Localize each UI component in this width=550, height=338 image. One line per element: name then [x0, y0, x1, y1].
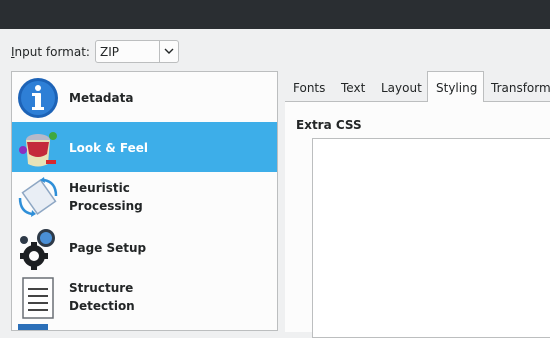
tab-layout[interactable]: Layout [381, 76, 422, 101]
sidebar-item-structure-detection[interactable]: Structure Detection [12, 272, 277, 322]
select-separator [159, 41, 160, 62]
extra-css-label: Extra CSS [296, 118, 362, 132]
sidebar-item-page-setup[interactable]: Page Setup [12, 222, 277, 272]
sidebar-item-look-and-feel[interactable]: Look & Feel [12, 122, 277, 172]
paint-bucket-icon [19, 132, 57, 167]
tab-styling[interactable]: Styling [427, 71, 484, 102]
sidebar-item-heuristic-processing[interactable]: Heuristic Processing [12, 172, 277, 222]
document-icon [22, 277, 54, 319]
styling-tab-panel: Extra CSS [285, 101, 550, 338]
sidebar-item-label: Structure Detection [69, 281, 135, 313]
settings-panel: Fonts Text Layout Transform Extra CSS St… [285, 71, 550, 338]
input-format-select[interactable]: ZIP [95, 40, 179, 63]
sidebar-item-label: Look & Feel [69, 141, 149, 155]
sidebar-item-label: Heuristic Processing [69, 181, 143, 213]
input-format-value: ZIP [100, 45, 119, 59]
sidebar-item-label: Metadata [69, 91, 134, 105]
tab-fonts[interactable]: Fonts [293, 76, 325, 101]
next-item-icon-partial [18, 324, 48, 330]
heuristic-icon [18, 177, 58, 217]
window-titlebar [0, 0, 550, 29]
sidebar-item-metadata[interactable]: Metadata [12, 72, 277, 122]
input-format-label: Input format: [11, 45, 90, 59]
extra-css-editor[interactable] [312, 138, 550, 338]
sidebar-item-label: Page Setup [69, 241, 147, 255]
tab-transform[interactable]: Transform [491, 76, 550, 101]
tab-text[interactable]: Text [341, 76, 365, 101]
chevron-down-icon [164, 48, 174, 54]
sidebar-list: Metadata Look & Feel Heuristic Processin… [11, 71, 278, 331]
info-icon [18, 78, 58, 118]
gears-icon [20, 229, 55, 270]
